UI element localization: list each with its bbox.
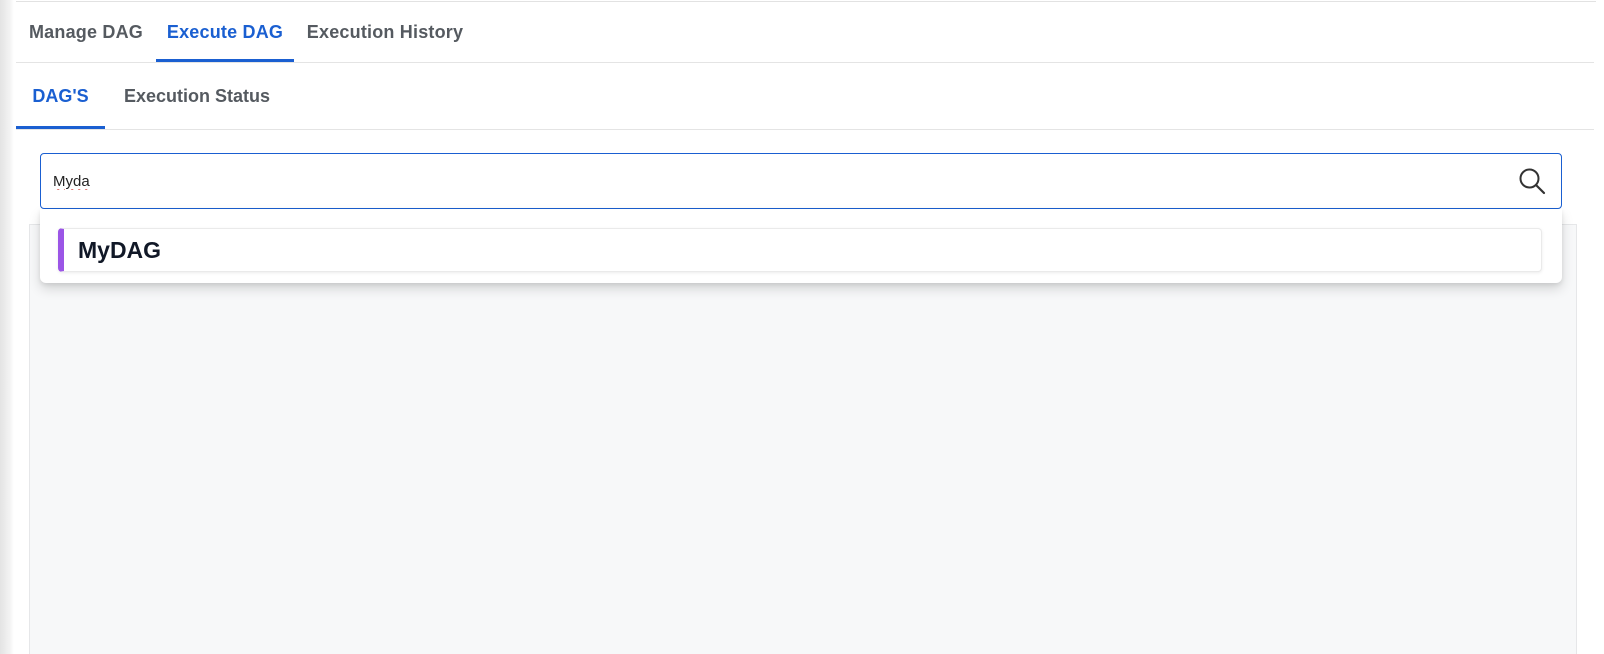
search-input[interactable] bbox=[41, 154, 1515, 208]
search-box bbox=[40, 153, 1562, 209]
tab-manage-dag[interactable]: Manage DAG bbox=[16, 2, 156, 62]
tab-dags[interactable]: DAG'S bbox=[16, 63, 105, 129]
secondary-tab-bar: DAG'S Execution Status bbox=[16, 63, 1594, 130]
primary-tab-bar: Manage DAG Execute DAG Execution History bbox=[16, 2, 1594, 63]
search-icon[interactable] bbox=[1515, 164, 1549, 198]
tab-execution-history[interactable]: Execution History bbox=[294, 2, 476, 62]
tab-execution-status[interactable]: Execution Status bbox=[105, 63, 289, 129]
content-panel bbox=[29, 224, 1577, 654]
tab-execute-dag[interactable]: Execute DAG bbox=[156, 2, 294, 62]
left-edge-shadow bbox=[0, 0, 14, 654]
suggestion-item-label: MyDAG bbox=[78, 236, 162, 263]
search-suggestions-dropdown: MyDAG bbox=[40, 209, 1562, 283]
app-window: Manage DAG Execute DAG Execution History… bbox=[0, 0, 1604, 654]
suggestion-item-mydag[interactable]: MyDAG bbox=[58, 228, 1542, 272]
